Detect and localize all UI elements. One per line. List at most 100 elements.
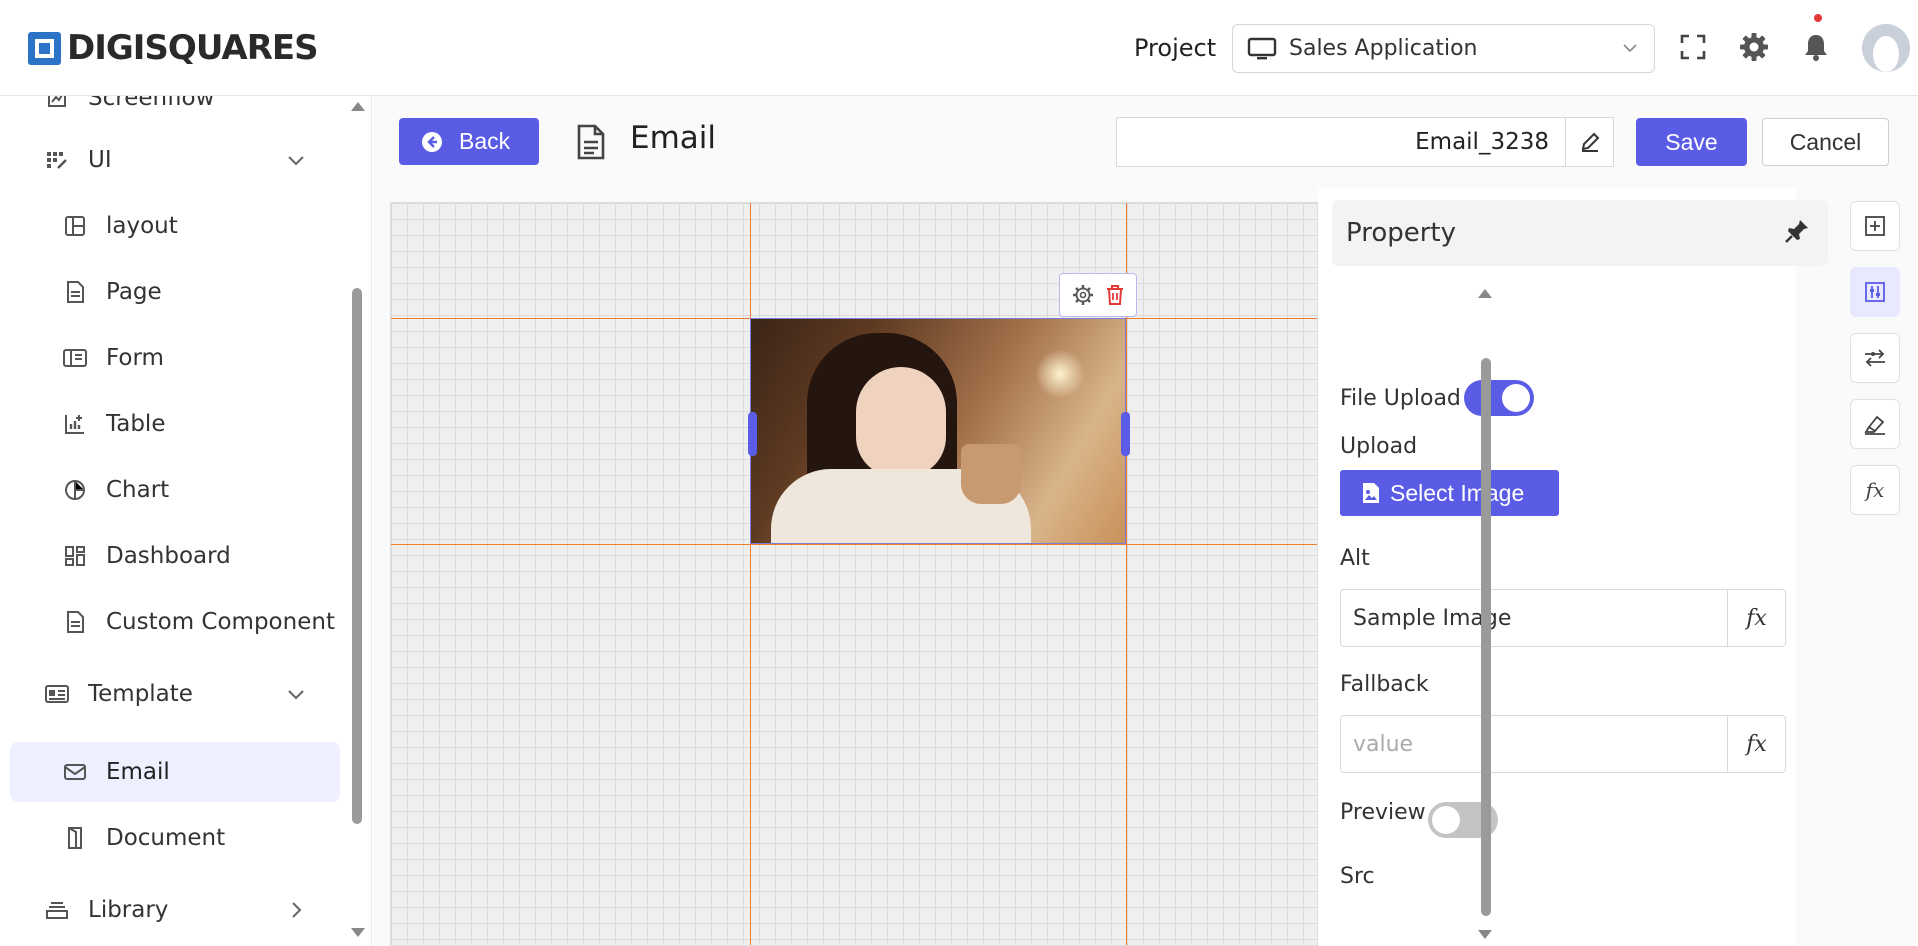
- sidebar-item-label: Form: [106, 345, 164, 371]
- style-button[interactable]: [1850, 399, 1900, 449]
- dashboard-icon: [62, 543, 88, 569]
- logo-text: DIGISQUARES: [67, 28, 319, 68]
- fallback-label: Fallback: [1340, 672, 1429, 697]
- pin-icon[interactable]: [1784, 218, 1810, 244]
- layout-icon: [62, 213, 88, 239]
- logo[interactable]: DIGISQUARES: [28, 28, 319, 68]
- alt-fx-button[interactable]: fx: [1727, 590, 1785, 646]
- photo-face: [856, 367, 946, 477]
- gear-icon[interactable]: [1737, 30, 1771, 64]
- ui-icon: [44, 147, 70, 173]
- sidebar-item-label: Custom Component: [106, 609, 335, 635]
- back-button-label: Back: [459, 128, 511, 154]
- template-name-input[interactable]: [1116, 117, 1566, 167]
- screenflow-icon: [44, 96, 70, 111]
- bell-icon[interactable]: [1799, 30, 1833, 64]
- notification-dot: [1814, 14, 1822, 22]
- sidebar-item-dashboard[interactable]: Dashboard: [10, 526, 340, 586]
- resize-handle-left[interactable]: [748, 412, 757, 456]
- property-header: Property: [1332, 200, 1828, 266]
- add-component-button[interactable]: [1850, 201, 1900, 251]
- file-image-icon: [1363, 483, 1379, 503]
- formula-button[interactable]: fx: [1850, 465, 1900, 515]
- project-select[interactable]: Sales Application: [1232, 24, 1655, 73]
- edit-name-button[interactable]: [1565, 117, 1614, 167]
- sidebar-scrollbar[interactable]: [352, 288, 362, 824]
- component-toolbar: [1059, 273, 1137, 317]
- sidebar-item-table[interactable]: Table: [10, 394, 340, 454]
- select-image-button[interactable]: Select Image: [1340, 470, 1559, 516]
- fullscreen-icon[interactable]: [1676, 30, 1710, 64]
- trash-icon[interactable]: [1105, 284, 1125, 306]
- sidebar-item-template[interactable]: Template: [10, 664, 340, 724]
- sidebar-item-layout[interactable]: layout: [10, 196, 340, 256]
- project-select-value: Sales Application: [1289, 36, 1478, 61]
- property-scroll-up[interactable]: [1478, 289, 1492, 298]
- sidebar-item-label: layout: [106, 213, 178, 239]
- library-icon: [44, 897, 70, 923]
- sidebar-item-label: Template: [88, 681, 193, 707]
- events-button[interactable]: [1850, 333, 1900, 383]
- alt-input[interactable]: Sample Image: [1341, 590, 1727, 646]
- sidebar-item-label: Email: [106, 759, 170, 785]
- guide-line-bottom: [391, 544, 1317, 545]
- sidebar-scroll-up[interactable]: [351, 102, 365, 111]
- sidebar-item-page[interactable]: Page: [10, 262, 340, 322]
- photo-light: [1035, 349, 1085, 399]
- sidebar-item-document[interactable]: Document: [10, 808, 340, 868]
- file-upload-label: File Upload :: [1340, 386, 1476, 411]
- fx-icon: fx: [1865, 478, 1885, 502]
- photo-cup: [961, 444, 1021, 504]
- sidebar-item-label: Library: [88, 897, 169, 923]
- toggle-knob: [1502, 384, 1530, 412]
- property-scrollbar[interactable]: [1481, 358, 1491, 916]
- fallback-field[interactable]: value fx: [1340, 715, 1786, 773]
- sidebar-item-library[interactable]: Library: [10, 880, 340, 940]
- fallback-fx-button[interactable]: fx: [1727, 716, 1785, 772]
- property-title: Property: [1346, 218, 1457, 248]
- resize-handle-right[interactable]: [1121, 412, 1130, 456]
- form-icon: [62, 345, 88, 371]
- pencil-icon: [1581, 132, 1599, 152]
- preview-label: Preview :: [1340, 800, 1441, 825]
- sidebar-scroll-down[interactable]: [351, 928, 365, 937]
- sidebar-item-screenflow[interactable]: Screenflow: [10, 96, 340, 128]
- sidebar-item-label: UI: [88, 147, 112, 173]
- design-canvas[interactable]: [390, 202, 1318, 946]
- sidebar-item-custom-component[interactable]: Custom Component: [10, 592, 340, 652]
- table-icon: [62, 411, 88, 437]
- avatar[interactable]: [1862, 24, 1910, 72]
- properties-button[interactable]: [1850, 267, 1900, 317]
- sidebar-item-email[interactable]: Email: [10, 742, 340, 802]
- mail-icon: [62, 759, 88, 785]
- project-label: Project: [1134, 34, 1217, 62]
- sidebar-item-chart[interactable]: Chart: [10, 460, 340, 520]
- cancel-button[interactable]: Cancel: [1762, 118, 1889, 166]
- gear-icon[interactable]: [1072, 284, 1094, 306]
- arrow-left-circle-icon: [422, 131, 442, 152]
- chevron-down-icon[interactable]: [286, 684, 306, 704]
- editor-toolbar: Back Email Save Cancel: [374, 96, 1918, 188]
- sidebar-item-label: Page: [106, 279, 162, 305]
- upload-label: Upload: [1340, 434, 1418, 459]
- image-component[interactable]: [750, 318, 1126, 544]
- sidebar-item-ui[interactable]: UI: [10, 130, 340, 190]
- sidebar-item-form[interactable]: Form: [10, 328, 340, 388]
- chevron-right-icon[interactable]: [286, 900, 306, 920]
- property-scroll-down[interactable]: [1478, 930, 1492, 939]
- save-button[interactable]: Save: [1636, 118, 1747, 166]
- sidebar: Screenflow UI layout Page Form Table Cha…: [0, 96, 372, 946]
- alt-field[interactable]: Sample Image fx: [1340, 589, 1786, 647]
- chevron-down-icon[interactable]: [286, 150, 306, 170]
- arrows-exchange-icon: [1865, 349, 1885, 367]
- highlighter-icon: [1864, 415, 1885, 435]
- back-button[interactable]: Back: [399, 118, 539, 165]
- fallback-input[interactable]: value: [1341, 716, 1727, 772]
- main-area: Back Email Save Cancel Property: [374, 96, 1918, 946]
- select-image-label: Select Image: [1390, 479, 1525, 506]
- sidebar-item-label: Screenflow: [88, 96, 215, 111]
- property-panel: Property File Upload : Upload Select Ima…: [1318, 188, 1828, 946]
- sidebar-item-label: Table: [106, 411, 166, 437]
- file-upload-toggle[interactable]: [1464, 380, 1534, 416]
- alt-label: Alt: [1340, 546, 1370, 571]
